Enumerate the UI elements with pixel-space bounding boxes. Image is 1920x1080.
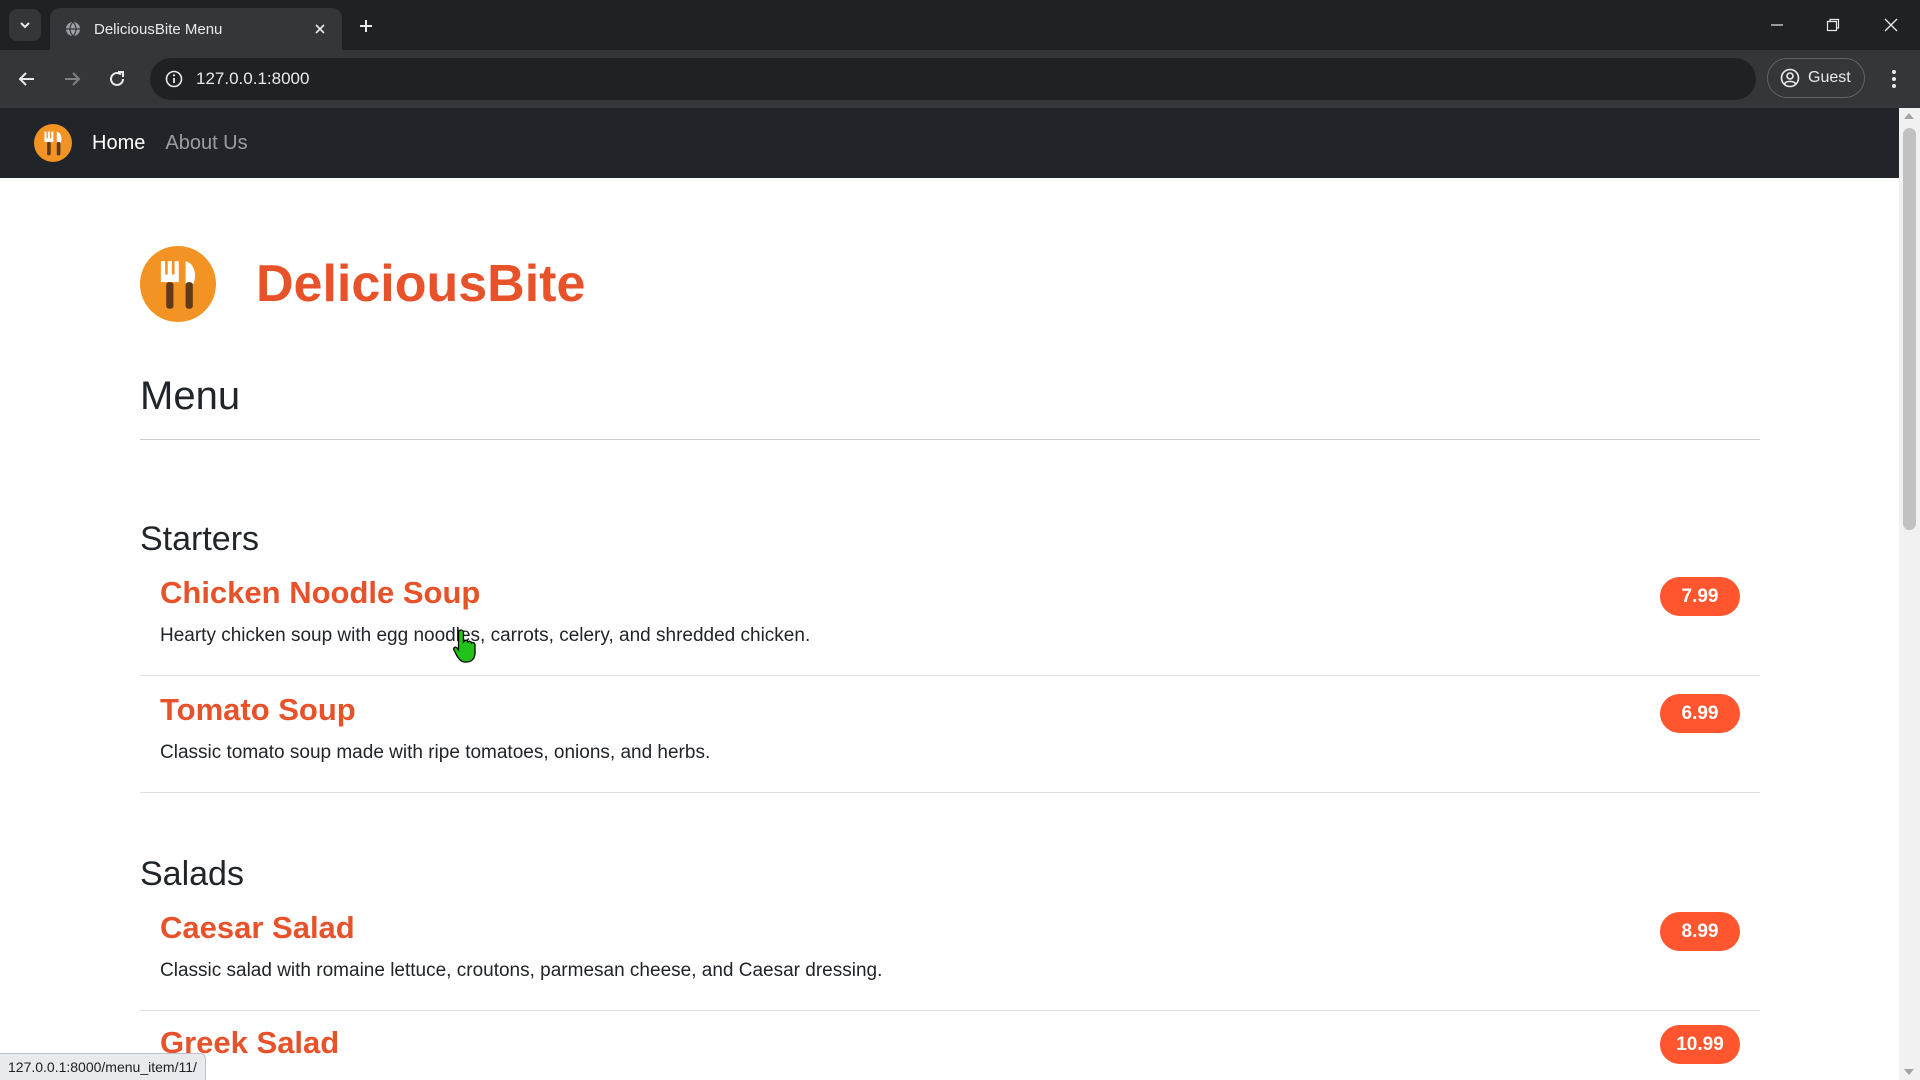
section-title-starters: Starters [140,520,260,558]
scroll-thumb[interactable] [1903,128,1916,530]
globe-icon [64,20,82,38]
close-icon[interactable] [308,17,332,41]
restore-button[interactable] [1818,10,1848,40]
menu-item-description: Classic salad with romaine lettuce, crou… [160,960,883,981]
hand-cursor-icon [453,629,476,663]
profile-icon [1780,68,1800,88]
reload-button[interactable] [101,63,133,95]
more-vertical-icon [1892,70,1896,88]
restore-icon [1826,18,1840,32]
page-viewport: Home About Us DeliciousBite Menu Starter… [0,108,1899,1080]
brand-header: DeliciousBite [140,246,1760,322]
nav-link-home[interactable]: Home [92,132,145,155]
browser-tab[interactable]: DeliciousBite Menu [50,8,342,50]
restaurant-logo-icon [140,246,216,322]
forward-button[interactable] [56,63,88,95]
menu-item-name[interactable]: Chicken Noodle Soup [160,575,1740,611]
arrow-left-icon [18,72,34,86]
page-title: Menu [140,374,241,418]
scroll-up-arrow-icon[interactable] [1904,113,1914,119]
menu-item: Chicken Noodle Soup Hearty chicken soup … [140,575,1760,676]
menu-item: Tomato Soup Classic tomato soup made wit… [140,676,1760,793]
restaurant-logo-icon[interactable] [34,124,72,162]
url-text: 127.0.0.1:8000 [196,69,310,88]
site-navbar: Home About Us [0,108,1899,178]
new-tab-button[interactable] [352,12,380,40]
price-badge: 6.99 [1660,694,1740,733]
menu-item-description: Hearty chicken soup with egg noodles, ca… [160,625,811,646]
menu-item: Caesar Salad Classic salad with romaine … [140,910,1760,1011]
menu-item-name[interactable]: Tomato Soup [160,692,1740,728]
nav-link-about-us[interactable]: About Us [165,132,247,155]
status-bar-url: 127.0.0.1:8000/menu_item/11/ [0,1053,206,1080]
tab-title: DeliciousBite Menu [94,20,223,38]
brand-name: DeliciousBite [256,255,586,313]
price-badge: 10.99 [1660,1025,1740,1064]
arrow-right-icon [65,72,81,86]
scroll-down-arrow-icon[interactable] [1904,1069,1914,1075]
browser-toolbar: 127.0.0.1:8000 Guest [0,50,1920,108]
browser-tab-bar: DeliciousBite Menu [0,0,1920,50]
menu-item-description: Classic tomato soup made with ripe tomat… [160,742,711,763]
window-close-button[interactable] [1876,10,1906,40]
info-icon[interactable] [162,67,186,91]
main-content: DeliciousBite Menu Starters Chicken Nood… [140,178,1760,1080]
menu-item-name[interactable]: Greek Salad [160,1025,1740,1061]
menu-item-name[interactable]: Caesar Salad [160,910,1740,946]
close-icon [1884,18,1898,32]
profile-button[interactable]: Guest [1767,58,1865,98]
minimize-icon [1771,24,1783,26]
minimize-button[interactable] [1762,10,1792,40]
address-bar[interactable]: 127.0.0.1:8000 [150,58,1756,100]
chevron-down-icon [20,22,30,29]
plus-icon [360,20,372,32]
price-badge: 7.99 [1660,577,1740,616]
page-scrollbar[interactable] [1899,108,1920,1080]
back-button[interactable] [11,63,43,95]
menu-item: Greek Salad 10.99 [140,1011,1760,1080]
price-badge: 8.99 [1660,912,1740,951]
section-title-salads: Salads [140,855,244,893]
reload-icon [110,71,124,86]
profile-label: Guest [1808,69,1851,86]
divider [140,439,1760,440]
browser-menu-button[interactable] [1878,63,1910,95]
tab-search-button[interactable] [9,9,41,41]
